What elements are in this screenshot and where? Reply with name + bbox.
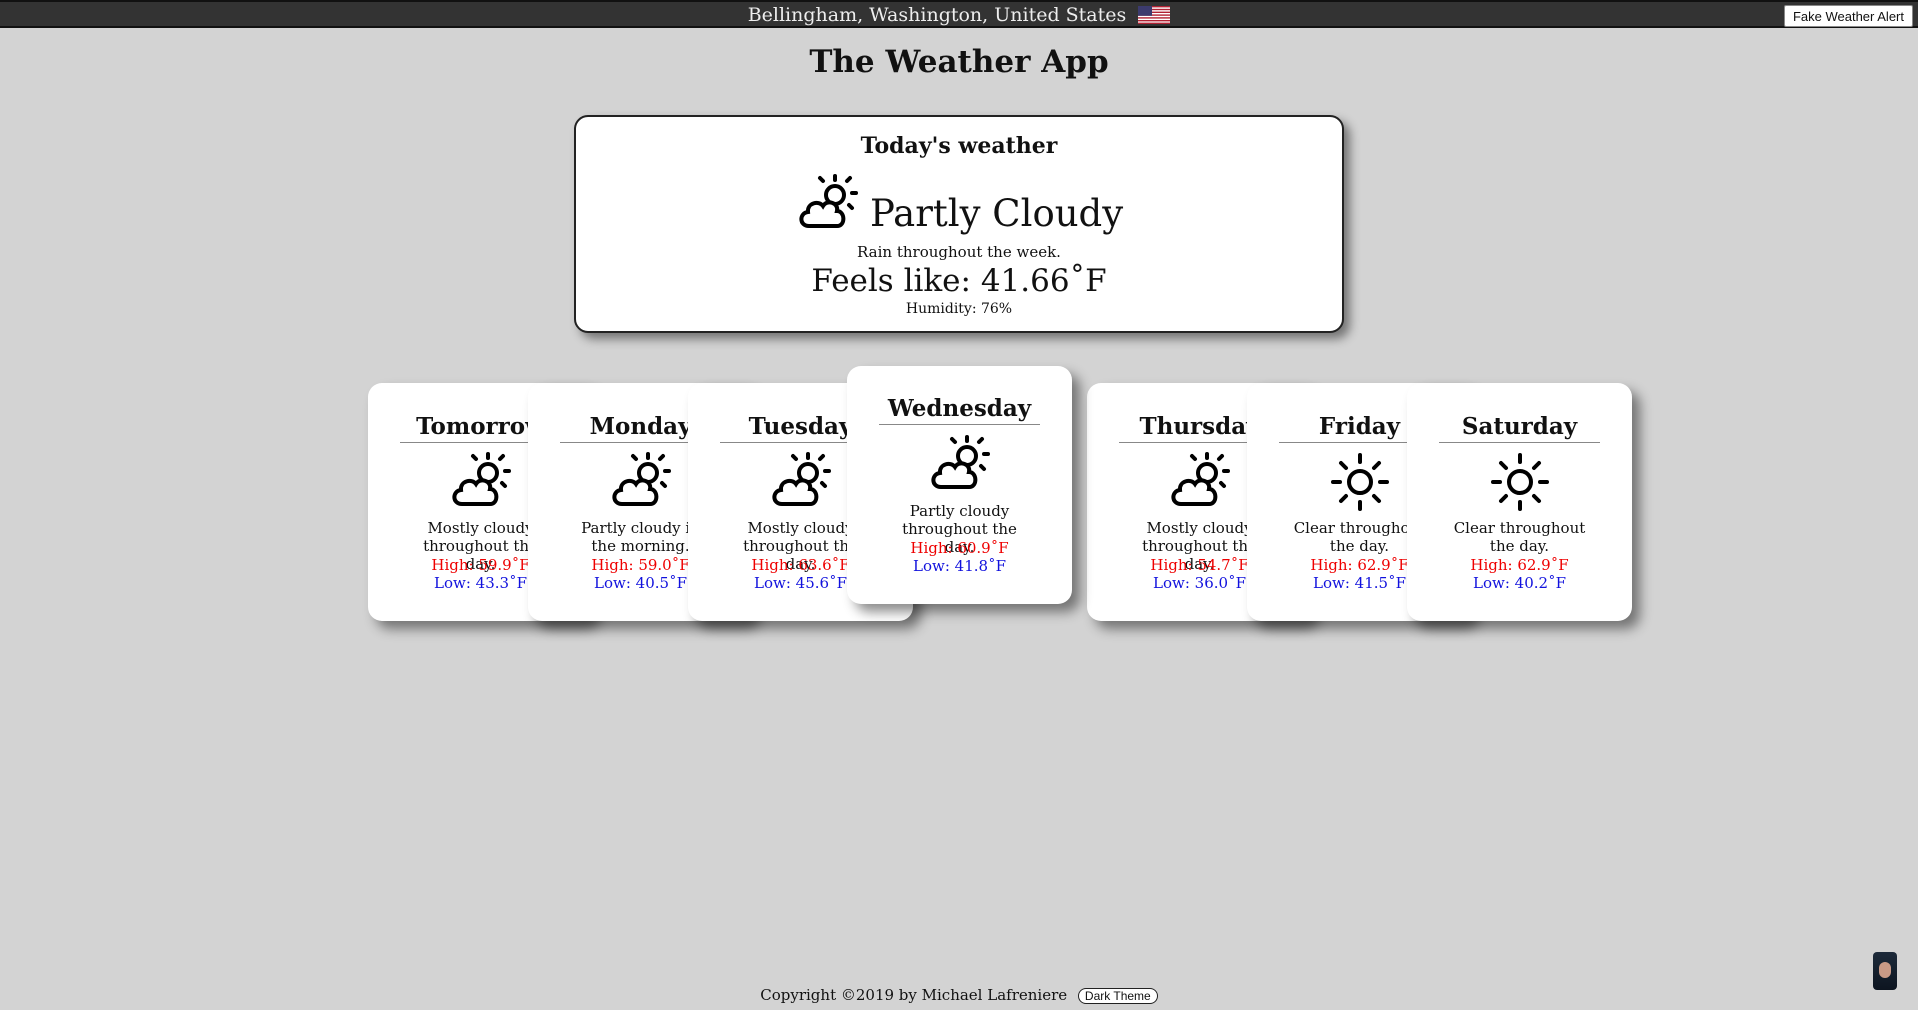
sun-icon [1331, 453, 1389, 511]
forecast-low: Low: 40.2˚F [1473, 574, 1566, 592]
forecast-high: High: 60.9˚F [910, 539, 1009, 557]
sun-icon [1491, 453, 1549, 511]
humidity: Humidity: 76% [905, 301, 1013, 317]
today-summary: Rain throughout the week. [857, 243, 1061, 261]
forecast-high: High: 62.9˚F [1470, 556, 1569, 574]
dark-theme-button[interactable]: Dark Theme [1077, 988, 1158, 1004]
top-bar: Bellingham, Washington, United States Fa… [0, 0, 1918, 28]
footer: Copyright ©2019 by Michael Lafreniere Da… [0, 986, 1918, 1004]
copyright-text: Copyright ©2019 by Michael Lafreniere [760, 986, 1068, 1004]
forecast-card-saturday[interactable]: Saturday Clear throughout the day. High:… [1407, 383, 1632, 621]
location-text: Bellingham, Washington, United States [747, 4, 1127, 26]
partly-cloudy-icon [1171, 452, 1230, 506]
today-condition-row: Partly Cloudy [576, 171, 1342, 237]
us-flag-icon [1138, 5, 1171, 24]
today-weather-card: Today's weather Partly Cloudy Rain throu… [574, 115, 1344, 333]
avatar-face [1879, 962, 1891, 978]
partly-cloudy-icon [799, 174, 858, 228]
forecast-day: Saturday [1439, 413, 1600, 443]
forecast-card-wednesday[interactable]: Wednesday Partly cloudy throughout the d… [847, 366, 1072, 604]
today-heading: Today's weather [860, 133, 1058, 159]
partly-cloudy-icon [772, 452, 831, 506]
page-title: The Weather App [809, 44, 1109, 80]
forecast-description: Clear throughout the day. [1453, 519, 1586, 555]
avatar[interactable] [1873, 952, 1897, 990]
fake-weather-alert-button[interactable]: Fake Weather Alert [1783, 5, 1913, 27]
app-root: Bellingham, Washington, United States Fa… [0, 0, 1918, 1010]
partly-cloudy-icon [612, 452, 671, 506]
feels-like: Feels like: 41.66˚F [811, 263, 1107, 299]
today-condition: Partly Cloudy [869, 192, 1124, 235]
location-display: Bellingham, Washington, United States [0, 4, 1918, 26]
partly-cloudy-icon [931, 435, 990, 489]
forecast-low: Low: 41.8˚F [913, 557, 1006, 575]
partly-cloudy-icon [452, 452, 511, 506]
forecast-day: Wednesday [879, 395, 1040, 425]
